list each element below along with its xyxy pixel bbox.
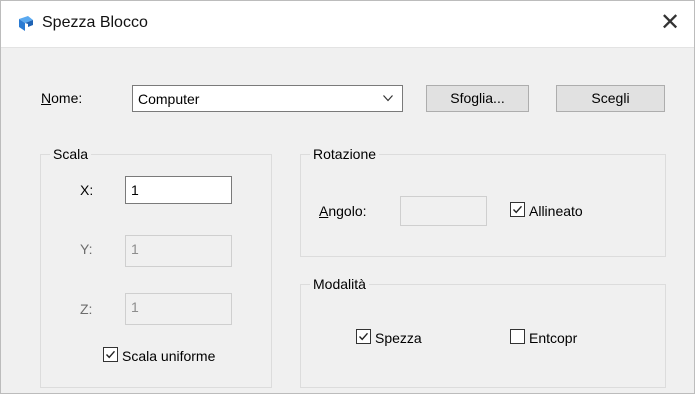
- close-button[interactable]: ✕: [653, 7, 687, 41]
- block-name-combobox[interactable]: Computer: [132, 85, 403, 112]
- split-checkbox[interactable]: [356, 329, 371, 344]
- scale-group-title: Scala: [50, 146, 92, 162]
- block-name-value: Computer: [138, 91, 200, 107]
- checkmark-icon: [105, 350, 116, 359]
- angle-label: Angolo:: [319, 203, 367, 219]
- mode-group-title: Modalità: [310, 276, 369, 292]
- scale-z-input[interactable]: 1: [125, 293, 232, 325]
- scale-z-label: Z:: [80, 301, 93, 317]
- app-logo-icon: [19, 16, 33, 31]
- browse-button[interactable]: Sfoglia...: [426, 85, 529, 112]
- uniform-scale-label[interactable]: Scala uniforme: [122, 348, 215, 364]
- split-label[interactable]: Spezza: [375, 330, 422, 346]
- checkmark-icon: [512, 205, 523, 214]
- mode-group: Modalità: [300, 276, 666, 388]
- aligned-checkbox[interactable]: [510, 202, 525, 217]
- close-icon: ✕: [659, 9, 681, 36]
- pick-button[interactable]: Scegli: [556, 85, 665, 112]
- scale-x-label: X:: [80, 182, 94, 198]
- chevron-down-icon: [383, 95, 393, 102]
- scale-y-label: Y:: [80, 241, 93, 257]
- title-bar: Spezza Blocco ✕: [1, 1, 694, 48]
- scale-x-input[interactable]: 1: [125, 176, 232, 204]
- window-title: Spezza Blocco: [42, 14, 148, 31]
- entcopy-checkbox[interactable]: [510, 329, 525, 344]
- rotation-group-title: Rotazione: [310, 146, 380, 162]
- entcopy-label[interactable]: Entcopr: [529, 330, 577, 346]
- name-label: Nome:: [41, 90, 83, 106]
- angle-input[interactable]: [400, 196, 487, 226]
- scale-y-input[interactable]: 1: [125, 235, 232, 267]
- uniform-scale-checkbox[interactable]: [103, 347, 118, 362]
- checkmark-icon: [358, 332, 369, 341]
- aligned-label[interactable]: Allineato: [529, 203, 583, 219]
- spezza-blocco-dialog: Spezza Blocco ✕ Nome: Computer Sfoglia..…: [0, 0, 695, 394]
